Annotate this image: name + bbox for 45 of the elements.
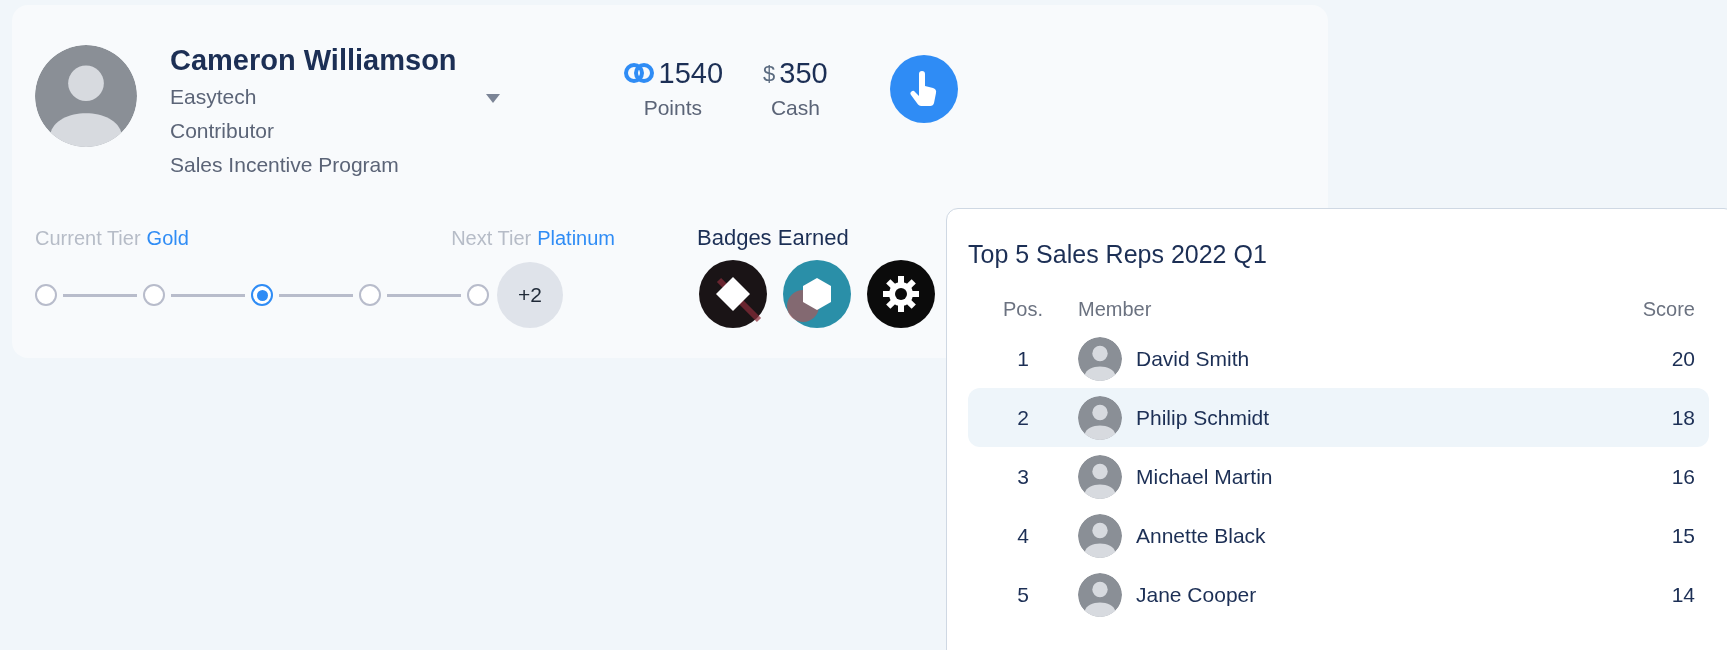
position-cell-text: 5	[1016, 581, 1030, 608]
profile-detail: Contributor	[170, 118, 275, 144]
score-cell-text: 18	[1671, 404, 1695, 431]
leaderboard-row[interactable]: 2 Philip Schmidt 18	[968, 388, 1709, 447]
caret-icon	[485, 93, 500, 103]
more-tiers-badge: +2	[497, 262, 563, 328]
score-cell-text: 15	[1671, 522, 1695, 549]
position-cell-text: 2	[1016, 404, 1030, 431]
tier-label: Next Tier	[451, 226, 532, 251]
member-avatar	[1078, 454, 1122, 499]
tier-value: Gold	[146, 226, 189, 251]
gear-badge-icon	[867, 260, 935, 328]
member-avatar	[1078, 395, 1122, 440]
leaderboard-title: Top 5 Sales Reps 2022 Q1	[968, 239, 1268, 270]
stat-value: 350	[779, 56, 828, 91]
position-cell-text: 1	[1016, 345, 1030, 372]
member-name: Philip Schmidt	[1136, 404, 1271, 431]
member-name: Michael Martin	[1136, 463, 1274, 490]
tier-value: Platinum	[537, 226, 615, 251]
member-avatar	[1078, 336, 1122, 381]
member-name: David Smith	[1136, 345, 1251, 372]
position-cell-text: 4	[1016, 522, 1030, 549]
badges-title: Badges Earned	[697, 224, 850, 252]
member-name: Annette Black	[1136, 522, 1267, 549]
user-name: Cameron Williamson	[170, 43, 457, 78]
score-cell-text: 14	[1671, 581, 1695, 608]
score-cell-text: 16	[1671, 463, 1695, 490]
tier-label: Current Tier	[35, 226, 141, 251]
member-name: Jane Cooper	[1136, 581, 1258, 608]
column-header: Score	[1642, 297, 1695, 322]
member-avatar	[1078, 513, 1122, 558]
column-header: Pos.	[1002, 297, 1044, 322]
position-cell-text: 3	[1016, 463, 1030, 490]
member-avatar	[1078, 572, 1122, 617]
linked-rings-icon	[622, 62, 655, 84]
stat-label: Points	[643, 95, 702, 121]
stat-label: Cash	[770, 95, 820, 121]
stat-value: 1540	[658, 56, 724, 91]
hexagon-badge-icon	[783, 260, 851, 328]
score-cell-text: 20	[1671, 345, 1695, 372]
currency-symbol: $	[763, 59, 776, 88]
column-header: Member	[1078, 297, 1153, 322]
profile-detail: Sales Incentive Program	[170, 152, 400, 178]
diamond-badge-icon	[699, 260, 767, 328]
profile-detail: Easytech	[170, 84, 258, 110]
